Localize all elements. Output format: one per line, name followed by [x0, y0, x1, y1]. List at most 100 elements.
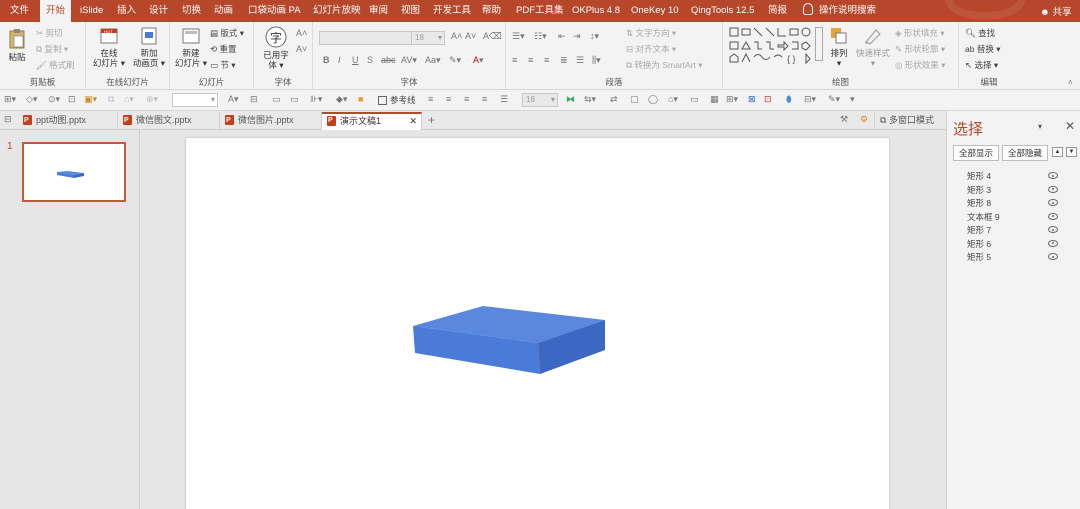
slide-thumbnail[interactable] — [22, 142, 126, 202]
paste-button[interactable]: 粘贴 — [4, 28, 30, 62]
toolbar-icon[interactable]: ≡ — [446, 94, 451, 104]
tab-pocket-animation[interactable]: 口袋动画 PA — [248, 0, 301, 22]
clear-format-icon[interactable]: A⌫ — [483, 31, 502, 42]
increase-indent-icon[interactable]: ⇥ — [573, 31, 581, 42]
toolbar-icon[interactable]: ■ — [358, 94, 363, 104]
eye-icon[interactable] — [1048, 239, 1058, 247]
find-button[interactable]: 🔍︎ 查找 — [965, 27, 995, 39]
toolbar-icon[interactable]: ⇆▾ — [584, 94, 596, 105]
toolbar-icon[interactable]: ⌂▾ — [124, 94, 134, 105]
section-button[interactable]: ▭ 节 ▾ — [210, 59, 236, 71]
select-button[interactable]: ↖ 选择 ▾ — [965, 59, 998, 71]
tab-file[interactable]: 文件 — [10, 0, 29, 22]
increase-font-icon[interactable]: A˄ — [451, 31, 462, 41]
doc-tab[interactable]: ppt动图.pptx — [18, 112, 118, 130]
grow-font-icon[interactable]: A˄ — [296, 28, 307, 38]
new-tab-icon[interactable]: + — [428, 113, 435, 127]
align-right-icon[interactable]: ≡ — [544, 55, 549, 65]
toolbar-icon[interactable]: ▭ — [290, 94, 299, 105]
tab-tool-icon[interactable]: ⚒ — [840, 114, 848, 125]
collapse-ribbon-icon[interactable]: ˄ — [1068, 78, 1073, 87]
used-fonts-button[interactable]: 字已用字体 ▾ — [260, 26, 292, 70]
doc-tab-active[interactable]: 演示文稿1 ✕ — [322, 112, 422, 130]
eye-icon[interactable] — [1048, 172, 1058, 179]
object-row[interactable]: 矩形 7 — [947, 224, 1080, 238]
tab-qingtools[interactable]: QingTools 12.5 — [691, 0, 754, 22]
ref-line-checkbox[interactable] — [378, 96, 387, 105]
char-spacing-icon[interactable]: AV▾ — [401, 55, 417, 66]
toolbar-icon[interactable]: ⊙▾ — [48, 94, 60, 105]
toolbar-icon[interactable]: ⊪▾ — [310, 94, 322, 105]
eye-icon[interactable] — [1048, 185, 1058, 193]
toolbar-icon[interactable]: ⌂▾ — [668, 94, 678, 105]
tab-onekey[interactable]: OneKey 10 — [631, 0, 679, 22]
toolbar-icon[interactable]: ⧉ — [108, 94, 114, 105]
toolbar-icon[interactable]: ⬮ — [786, 94, 792, 105]
toolbar-icon[interactable]: ☰ — [500, 94, 508, 105]
copy-button[interactable]: ⧉ 复制 ▾ — [36, 43, 68, 55]
toolbar-icon[interactable]: ✎▾ — [828, 94, 840, 105]
toolbar-icon[interactable]: ▣▾ — [84, 94, 97, 105]
shape-fill-button[interactable]: ◈ 形状填充 ▾ — [895, 27, 945, 39]
object-row[interactable]: 矩形 3 — [947, 184, 1080, 198]
gear-icon[interactable]: ⚙ — [860, 114, 868, 125]
toolbar-icon[interactable]: ◆▾ — [336, 94, 347, 105]
toolbar-icon[interactable]: ◇▾ — [26, 94, 37, 105]
toolbar-icon[interactable]: ⊞▾ — [4, 94, 16, 105]
toolbar-icon[interactable]: ⧓ — [566, 94, 575, 105]
font-color-icon[interactable]: A▾ — [473, 55, 484, 66]
highlight-icon[interactable]: ✎▾ — [449, 55, 461, 66]
tab-animations[interactable]: 动画 — [214, 0, 233, 22]
bold-button[interactable]: B — [323, 55, 330, 65]
pane-options-icon[interactable]: ▾ — [1038, 122, 1042, 131]
toolbar-size-combo[interactable]: 18 ▾ — [522, 93, 558, 107]
online-slides-button[interactable]: HOT 在线 幻灯片 ▾ — [90, 26, 128, 68]
toolbar-icon[interactable]: ◯ — [648, 94, 658, 105]
align-text-button[interactable]: ⊟ 对齐文本 ▾ — [626, 43, 676, 55]
tab-view[interactable]: 视图 — [401, 0, 420, 22]
shadow-button[interactable]: S — [367, 55, 373, 65]
italic-button[interactable]: I — [338, 55, 341, 65]
align-center-icon[interactable]: ≡ — [528, 55, 533, 65]
tab-transitions[interactable]: 切换 — [182, 0, 201, 22]
toolbar-icon[interactable]: ▦ — [710, 94, 719, 105]
toolbar-icon[interactable]: ⊡ — [68, 94, 76, 105]
tab-home[interactable]: 开始 — [40, 0, 72, 23]
line-spacing-icon[interactable]: ↕▾ — [590, 31, 599, 42]
bring-forward-icon[interactable]: ▲ — [1052, 147, 1063, 157]
font-size-combo[interactable]: 18 ▾ — [411, 31, 445, 45]
toolbar-icon[interactable]: ▭ — [272, 94, 281, 105]
reset-button[interactable]: ⟲ 重置 — [210, 43, 237, 55]
toolbar-icon[interactable]: ⊕▾ — [146, 94, 158, 105]
toolbar-icon[interactable]: A▾ — [228, 94, 239, 105]
eye-icon[interactable] — [1048, 226, 1058, 233]
hide-all-button[interactable]: 全部隐藏 — [1002, 145, 1048, 161]
cut-button[interactable]: ✂ 剪切 — [36, 27, 63, 39]
shrink-font-icon[interactable]: A˅ — [296, 44, 307, 54]
justify-icon[interactable]: ≣ — [560, 55, 568, 66]
toolbar-icon[interactable]: ⊠ — [748, 94, 756, 105]
text-direction-button[interactable]: ⇅ 文字方向 ▾ — [626, 27, 676, 39]
toolbar-overflow-icon[interactable]: ▾ — [850, 94, 855, 105]
toolbar-icon[interactable]: ⊟ — [250, 94, 258, 105]
slides-panel-icon[interactable]: ⊟ — [4, 114, 12, 125]
eye-icon[interactable] — [1048, 199, 1058, 206]
numbering-icon[interactable]: ☷▾ — [534, 31, 547, 42]
tab-help[interactable]: 帮助 — [482, 0, 501, 22]
toolbar-icon[interactable]: ⊟▾ — [804, 94, 816, 105]
close-icon[interactable]: ✕ — [1065, 119, 1075, 133]
multi-window-button[interactable]: ⧉ 多窗口模式 — [874, 112, 944, 130]
new-slide-button[interactable]: 新建 幻灯片 ▾ — [174, 26, 208, 68]
replace-button[interactable]: ab 替换 ▾ — [965, 43, 1001, 55]
smartart-button[interactable]: ⧉ 转换为 SmartArt ▾ — [626, 59, 703, 71]
tab-design[interactable]: 设计 — [149, 0, 168, 22]
bullets-icon[interactable]: ☰▾ — [512, 31, 525, 42]
toolbar-icon[interactable]: ≡ — [482, 94, 487, 104]
toolbar-combo[interactable]: ▾ — [172, 93, 218, 107]
tab-islide[interactable]: iSlide — [80, 0, 103, 22]
toolbar-icon[interactable]: ▭ — [690, 94, 699, 105]
slide[interactable] — [186, 138, 889, 509]
decrease-font-icon[interactable]: A˅ — [465, 31, 476, 41]
object-row[interactable]: 矩形 4 — [947, 170, 1080, 184]
eye-icon[interactable] — [1048, 253, 1058, 260]
